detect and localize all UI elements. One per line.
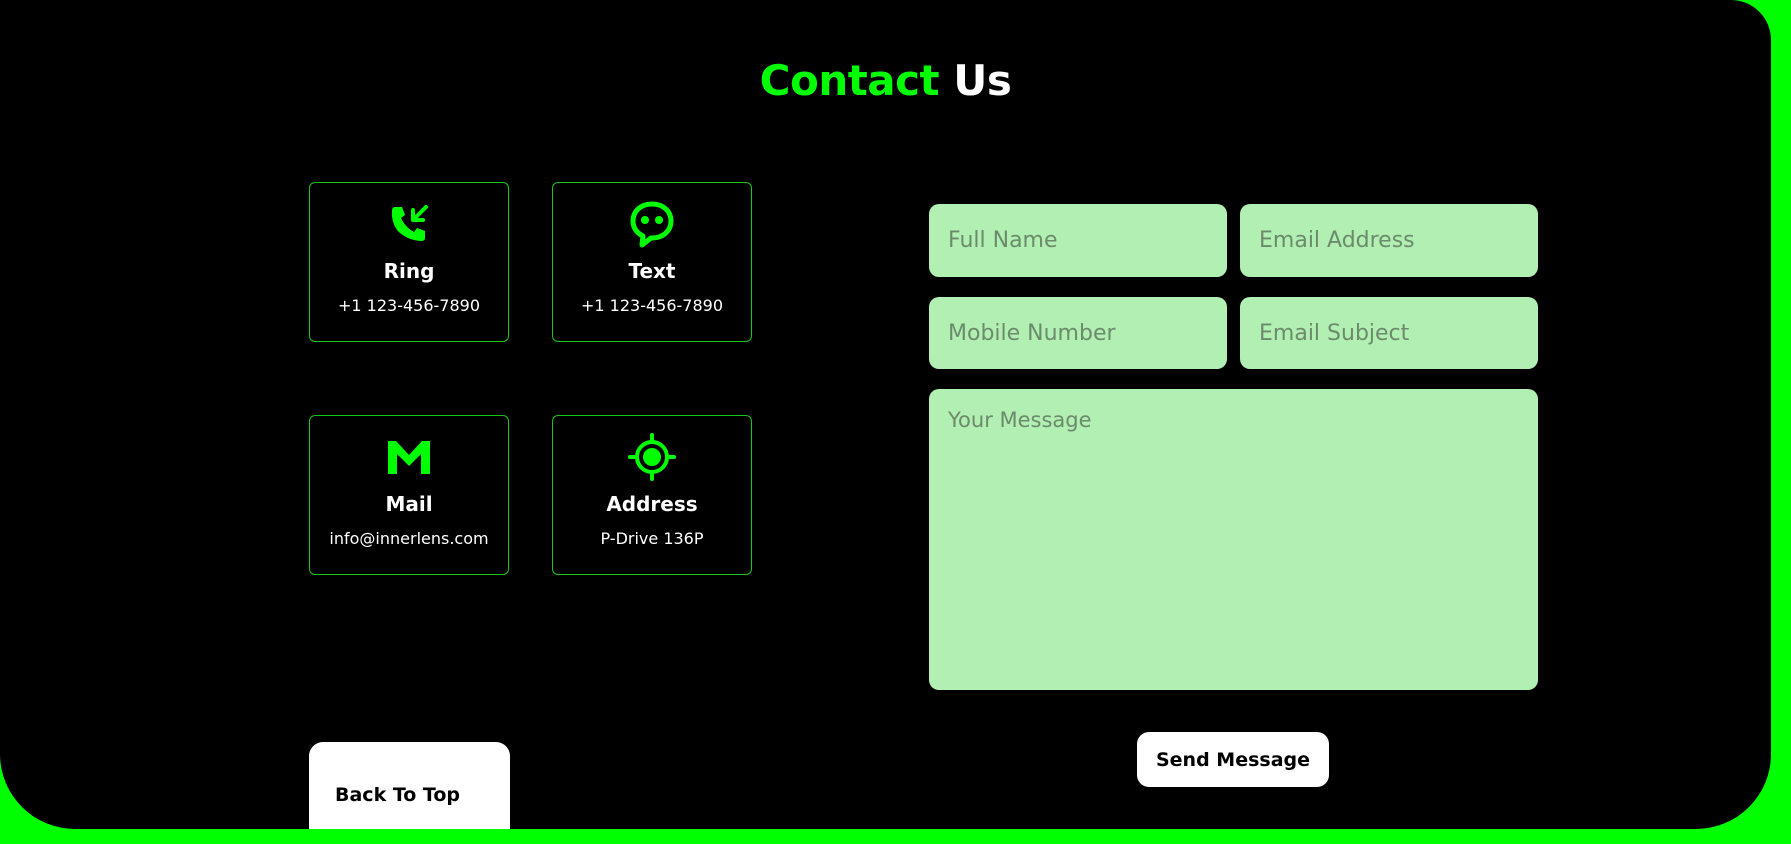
- card-label: Ring: [383, 259, 435, 283]
- contact-section: Contact Us Ring +1 123-456-7890 Text +1 …: [0, 0, 1771, 829]
- card-label: Address: [606, 492, 698, 516]
- card-label: Text: [628, 259, 676, 283]
- card-value: +1 123-456-7890: [580, 296, 723, 315]
- contact-card-text: Text +1 123-456-7890: [552, 182, 752, 342]
- chat-bubble-icon: [553, 201, 751, 248]
- full-name-input[interactable]: [929, 204, 1227, 277]
- back-to-top-button[interactable]: Back To Top: [309, 742, 510, 829]
- subject-input[interactable]: [1240, 297, 1538, 369]
- mail-icon: [310, 434, 508, 480]
- page-title: Contact Us: [0, 56, 1771, 105]
- title-rest: Us: [953, 56, 1012, 105]
- title-accent: Contact: [759, 56, 940, 105]
- email-input[interactable]: [1240, 204, 1538, 277]
- send-message-button[interactable]: Send Message: [1137, 732, 1329, 787]
- card-label: Mail: [385, 492, 433, 516]
- card-value: info@innerlens.com: [329, 529, 489, 548]
- phone-incoming-icon: [310, 201, 508, 247]
- contact-card-address: Address P-Drive 136P: [552, 415, 752, 575]
- card-value: +1 123-456-7890: [337, 296, 480, 315]
- location-target-icon: [553, 433, 751, 481]
- contact-card-ring: Ring +1 123-456-7890: [309, 182, 509, 342]
- mobile-input[interactable]: [929, 297, 1227, 369]
- card-value: P-Drive 136P: [600, 529, 704, 548]
- message-textarea[interactable]: [929, 389, 1538, 690]
- contact-card-mail: Mail info@innerlens.com: [309, 415, 509, 575]
